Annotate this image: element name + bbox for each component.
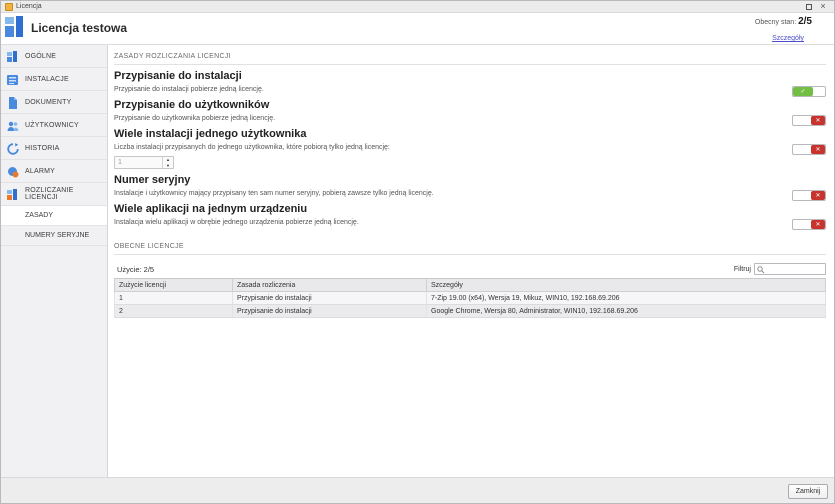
sidebar-item-alarmy[interactable]: ALARMY (1, 160, 107, 183)
main-panel: ZASADY ROZLICZANIA LICENCJI Przypisanie … (109, 45, 834, 477)
restore-window-button[interactable] (802, 2, 816, 12)
table-row[interactable]: 1 Przypisanie do instalacji 7-Zip 19.00 … (115, 292, 826, 305)
stepper-down-icon[interactable]: ▼ (163, 163, 173, 169)
toggle-numer-seryjny[interactable]: ✕ (792, 190, 826, 201)
check-icon: ✓ (793, 87, 813, 96)
search-icon (757, 266, 765, 274)
history-icon (7, 142, 19, 154)
sidebar-item-historia[interactable]: HISTORIA (1, 137, 107, 160)
rule-wiele-aplikacji: Wiele aplikacji na jednym urządzeniu Ins… (114, 203, 826, 227)
divider (114, 64, 826, 65)
sidebar-subitem-zasady[interactable]: ZASADY (1, 206, 107, 226)
x-icon: ✕ (811, 116, 825, 125)
x-icon: ✕ (811, 220, 825, 229)
col-header-details[interactable]: Szczegóły (427, 279, 826, 292)
current-state-label: Obecny stan: 2/5 (755, 16, 812, 27)
section-title-current-licenses: OBECNE LICENCJE (114, 240, 826, 250)
page-title: Licencja testowa (31, 21, 127, 35)
sidebar-item-instalacje[interactable]: INSTALACJE (1, 68, 107, 91)
close-dialog-button[interactable]: Zamknij (788, 484, 828, 499)
sidebar-item-uzytkownicy[interactable]: UŻYTKOWNICY (1, 114, 107, 137)
table-row[interactable]: 2 Przypisanie do instalacji Google Chrom… (115, 305, 826, 318)
sidebar-subitem-numery-seryjne[interactable]: NUMERY SERYJNE (1, 226, 107, 246)
footer-bar: Zamknij (1, 477, 834, 503)
rule-wiele-instalacji: Wiele instalacji jednego użytkownika Lic… (114, 128, 826, 169)
license-window: Licencja × Licencja testowa Obecny stan:… (0, 0, 835, 504)
rule-przypisanie-do-uzytkownikow: Przypisanie do użytkowników Przypisanie … (114, 99, 826, 123)
document-icon (7, 96, 19, 108)
sidebar: OGÓLNE INSTALACJE DOKUMENTY UŻYTKOWNICY … (1, 45, 108, 477)
stepper-arrows[interactable]: ▲▼ (162, 157, 173, 168)
divider (114, 254, 826, 255)
app-icon (5, 3, 13, 11)
toggle-przypisanie-do-uzytkownikow[interactable]: ✕ (792, 115, 826, 126)
sidebar-item-rozliczanie-licencji[interactable]: ROZLICZANIE LICENCJI (1, 183, 107, 206)
toggle-wiele-aplikacji[interactable]: ✕ (792, 219, 826, 230)
usage-counter: Użycie: 2/5 (114, 265, 154, 274)
x-icon: ✕ (811, 145, 825, 154)
sidebar-item-ogolne[interactable]: OGÓLNE (1, 45, 107, 68)
installations-icon (7, 73, 19, 85)
col-header-usage[interactable]: Zużycie licencji (115, 279, 233, 292)
licenses-table: Zużycie licencji Zasada rozliczenia Szcz… (114, 278, 826, 318)
rule-numer-seryjny: Numer seryjny Instalacje i użytkownicy m… (114, 174, 826, 198)
rule-przypisanie-do-instalacji: Przypisanie do instalacji Przypisanie do… (114, 70, 826, 94)
users-icon (7, 119, 19, 131)
x-icon: ✕ (811, 191, 825, 200)
col-header-rule[interactable]: Zasada rozliczenia (233, 279, 427, 292)
license-billing-icon (7, 188, 19, 200)
details-link[interactable]: Szczegóły (772, 35, 804, 42)
filter-label: Filtruj (734, 266, 751, 273)
close-icon: × (820, 2, 825, 11)
titlebar: Licencja × (1, 1, 834, 13)
app-logo-icon (5, 16, 27, 38)
close-window-button[interactable]: × (816, 2, 830, 12)
sidebar-item-dokumenty[interactable]: DOKUMENTY (1, 91, 107, 114)
current-state-value: 2/5 (798, 16, 812, 27)
table-header-row: Zużycie licencji Zasada rozliczenia Szcz… (115, 279, 826, 292)
toggle-przypisanie-do-instalacji[interactable]: ✓ (792, 86, 826, 97)
installations-count-stepper[interactable]: 1 ▲▼ (114, 156, 174, 169)
filter-input[interactable] (765, 264, 825, 274)
filter-search-box (754, 263, 826, 275)
section-title-rules: ZASADY ROZLICZANIA LICENCJI (114, 50, 826, 60)
blocks-icon (7, 50, 19, 62)
restore-icon (806, 4, 812, 10)
header: Licencja testowa Obecny stan: 2/5 Szczeg… (1, 13, 834, 45)
alarm-icon (7, 165, 19, 177)
window-title: Licencja (16, 3, 802, 10)
toggle-wiele-instalacji[interactable]: ✕ (792, 144, 826, 155)
